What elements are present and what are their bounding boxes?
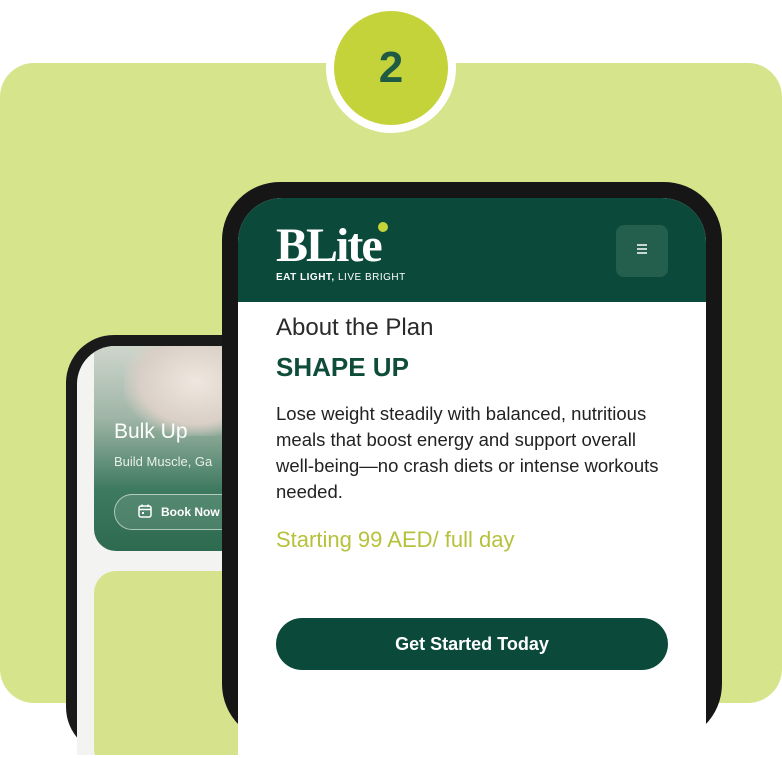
plan-description: Lose weight steadily with balanced, nutr… [276, 403, 659, 502]
menu-button[interactable] [616, 225, 668, 277]
bulk-up-title: Bulk Up [114, 420, 188, 443]
calendar-icon [137, 503, 153, 522]
logo-dot [378, 222, 388, 232]
menu-icon [634, 242, 650, 261]
book-now-label: Book Now [161, 505, 220, 519]
app-header: BLite EAT LIGHT, LIVE BRIGHT [238, 198, 706, 302]
plan-name: SHAPE UP [276, 352, 409, 382]
front-phone-screen: BLite EAT LIGHT, LIVE BRIGHT About the P… [238, 198, 706, 758]
step-badge: 2 [326, 3, 456, 133]
tagline-rest: LIVE BRIGHT [334, 272, 406, 283]
plan-content: About the Plan SHAPE UP Lose weight stea… [276, 314, 676, 553]
tagline-bold: EAT LIGHT, [276, 272, 335, 283]
bulk-up-subtitle: Build Muscle, Ga [114, 454, 213, 469]
brand-logo[interactable]: BLite [276, 218, 383, 273]
get-started-button[interactable]: Get Started Today [276, 618, 668, 670]
front-phone: BLite EAT LIGHT, LIVE BRIGHT About the P… [222, 182, 722, 758]
step-number: 2 [334, 11, 448, 125]
about-heading: About the Plan [276, 314, 434, 341]
brand-tagline: EAT LIGHT, LIVE BRIGHT [276, 272, 406, 283]
plan-price: Starting 99 AED/ full day [276, 527, 515, 552]
